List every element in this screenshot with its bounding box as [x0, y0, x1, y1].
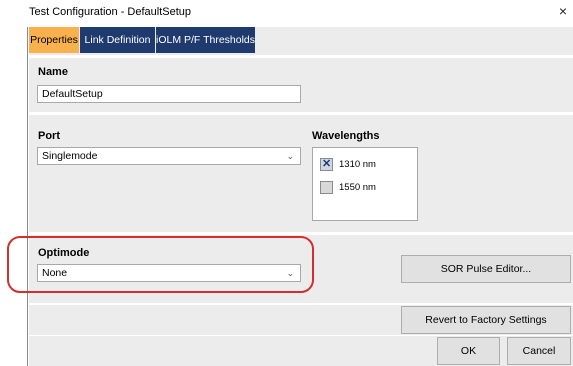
- cancel-button[interactable]: Cancel: [507, 337, 571, 365]
- wavelength-1550-checkbox[interactable]: [320, 181, 333, 194]
- wavelength-1310-checkbox[interactable]: ✕: [320, 158, 333, 171]
- name-label: Name: [38, 66, 68, 78]
- chevron-down-icon: ⌄: [286, 151, 294, 161]
- close-icon[interactable]: ×: [559, 3, 567, 19]
- window-title: Test Configuration - DefaultSetup: [29, 6, 192, 18]
- revert-section: Revert to Factory Settings: [29, 305, 573, 335]
- wavelengths-label: Wavelengths: [312, 130, 380, 142]
- tab-properties[interactable]: Properties: [29, 27, 79, 53]
- wavelength-1310-label: 1310 nm: [339, 159, 376, 170]
- tab-link-definition[interactable]: Link Definition: [80, 27, 155, 53]
- port-label: Port: [38, 130, 60, 142]
- port-wavelengths-section: Port Singlemode ⌄ Wavelengths ✕ 1310 nm …: [29, 115, 573, 232]
- name-field[interactable]: DefaultSetup: [37, 85, 301, 103]
- name-section: Name DefaultSetup: [29, 58, 573, 112]
- optimode-highlight: [7, 236, 314, 293]
- checkbox-check-icon: ✕: [322, 158, 332, 170]
- sor-pulse-editor-button[interactable]: SOR Pulse Editor...: [401, 255, 571, 283]
- port-select[interactable]: Singlemode ⌄: [37, 147, 301, 165]
- window-left-edge: [27, 27, 28, 366]
- revert-to-factory-settings-button[interactable]: Revert to Factory Settings: [401, 306, 571, 334]
- ok-button[interactable]: OK: [437, 337, 500, 365]
- test-configuration-window: Test Configuration - DefaultSetup × Prop…: [0, 0, 573, 366]
- dialog-footer: OK Cancel: [29, 336, 573, 366]
- wavelengths-list: ✕ 1310 nm 1550 nm: [312, 147, 418, 221]
- tab-bar: Properties Link Definition iOLM P/F Thre…: [29, 27, 573, 55]
- port-select-value: Singlemode: [42, 150, 98, 162]
- wavelength-1550-label: 1550 nm: [339, 182, 376, 193]
- tab-iolm-pf-thresholds[interactable]: iOLM P/F Thresholds: [156, 27, 255, 53]
